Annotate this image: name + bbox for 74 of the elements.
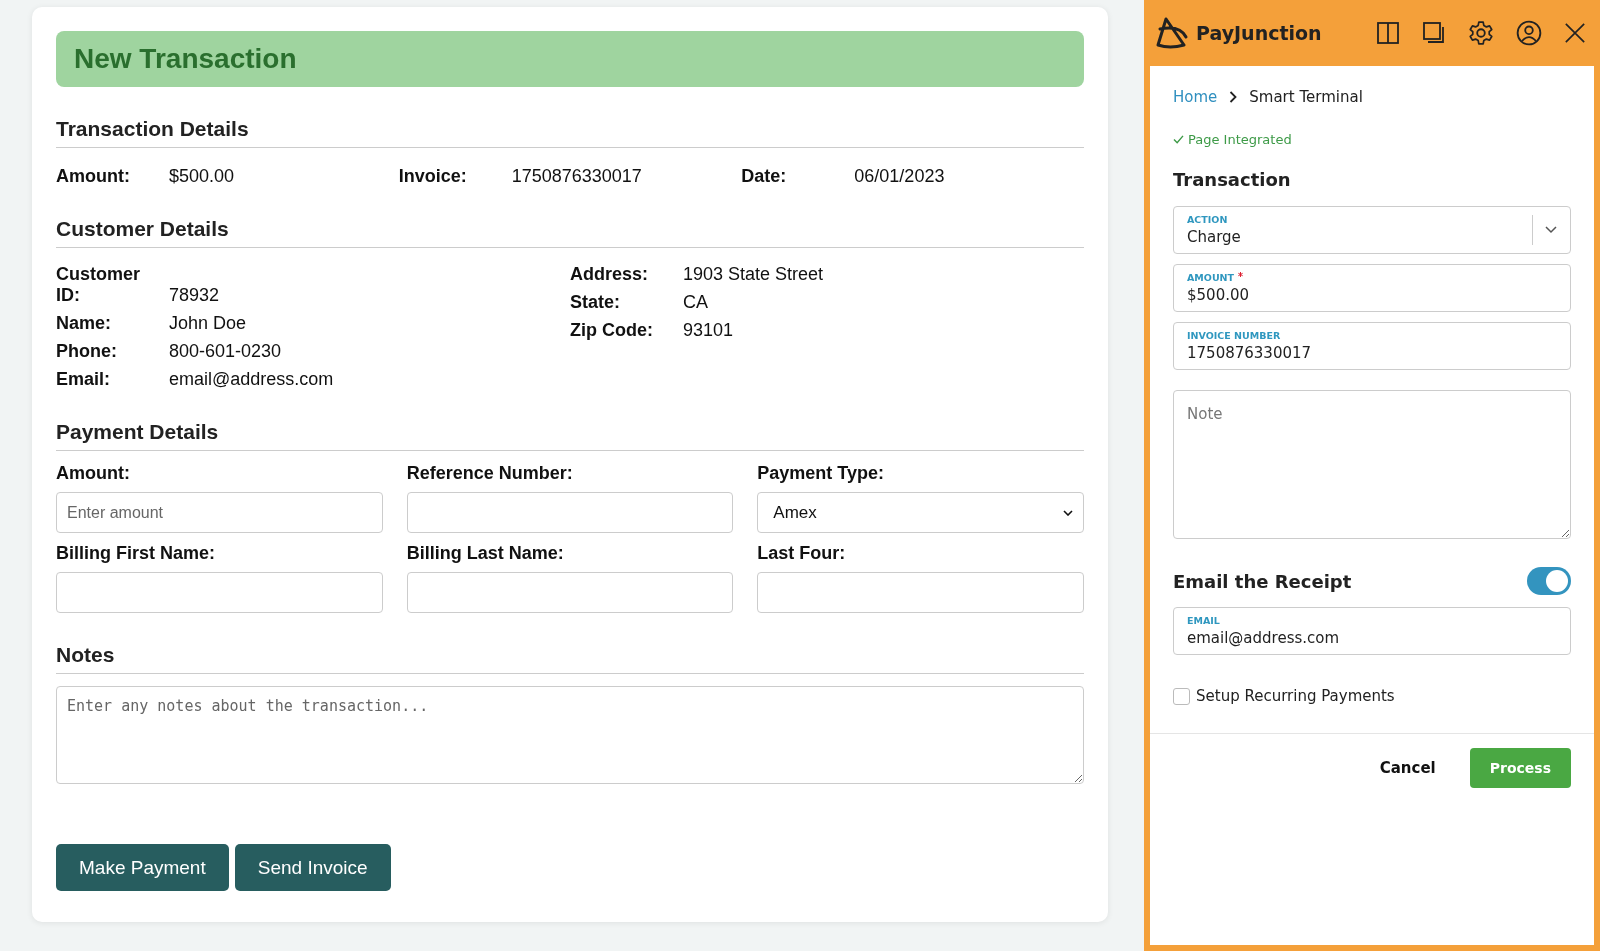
field-value: Charge	[1187, 228, 1242, 246]
cancel-button[interactable]: Cancel	[1373, 758, 1442, 778]
field-label: ACTION	[1187, 214, 1228, 225]
note-field[interactable]: Note	[1173, 390, 1571, 539]
field-label: Reference Number:	[406, 463, 574, 484]
action-button[interactable]: Send Invoice	[234, 844, 391, 891]
field-value: 78932	[169, 285, 220, 306]
field-label: Address:	[570, 264, 650, 285]
toggle-switch[interactable]	[1527, 567, 1571, 595]
select-dropdown[interactable]: Amex	[757, 492, 1084, 533]
caret-icon	[1063, 509, 1073, 516]
section-heading: Payment Details	[56, 420, 1084, 451]
field-label: Billing First Name:	[56, 543, 217, 564]
caret-icon	[1545, 226, 1557, 234]
field-label: Payment Type:	[757, 463, 886, 484]
section-heading: Customer Details	[56, 217, 1084, 248]
action-button[interactable]: Make Payment	[56, 844, 229, 891]
field-value: 1903 State Street	[683, 264, 824, 285]
field-label: State:	[570, 292, 621, 313]
check-icon	[1173, 135, 1184, 144]
field-value: 1750876330017	[511, 166, 642, 187]
checkbox[interactable]	[1173, 687, 1190, 705]
input-field[interactable]: AMOUNT $500.00	[1173, 264, 1571, 312]
brand-name: PayJunction	[1196, 22, 1322, 44]
breadcrumb-current: Smart Terminal	[1249, 88, 1363, 106]
field-label: Date:	[741, 166, 788, 187]
sidebar-layout-icon[interactable]	[1376, 21, 1400, 45]
field-value: 93101	[683, 320, 734, 341]
close-icon[interactable]	[1564, 22, 1586, 44]
section-heading: Notes	[56, 643, 1084, 674]
action-select[interactable]: ACTION Charge	[1173, 206, 1571, 254]
field-label: Invoice:	[398, 166, 468, 187]
settings-icon[interactable]	[1468, 20, 1494, 46]
field-label: Zip Code:	[570, 320, 654, 341]
input-field[interactable]	[757, 572, 1084, 613]
notes-field[interactable]: Enter any notes about the transaction...	[56, 686, 1084, 784]
checkbox-label: Setup Recurring Payments	[1196, 687, 1395, 705]
field-label: EMAIL	[1187, 615, 1221, 626]
field-label: Customer ID:	[56, 264, 141, 306]
field-value: 800-601-0230	[169, 341, 282, 362]
required-icon	[1238, 272, 1244, 277]
field-label: Amount:	[56, 166, 131, 187]
status-text: Page Integrated	[1188, 132, 1292, 147]
breadcrumb-link[interactable]: Home	[1173, 88, 1218, 106]
user-account-icon[interactable]	[1516, 20, 1542, 46]
field-label: INVOICE NUMBER	[1187, 330, 1281, 341]
field-label: Name:	[56, 313, 113, 334]
field-value: 1750876330017	[1187, 344, 1313, 362]
logo-icon	[1154, 15, 1190, 51]
field-value: $500.00	[1187, 286, 1251, 304]
field-value: email@address.com	[169, 369, 334, 390]
field-value: email@address.com	[1187, 629, 1341, 647]
input-field[interactable]	[56, 572, 383, 613]
input-field[interactable]: Enter amount	[56, 492, 383, 533]
field-label: Amount:	[56, 463, 131, 484]
section-heading: Transaction Details	[56, 117, 1084, 148]
field-value: 06/01/2023	[854, 166, 945, 187]
field-value: John Doe	[169, 313, 247, 334]
input-field[interactable]: INVOICE NUMBER 1750876330017	[1173, 322, 1571, 370]
field-value: $500.00	[169, 166, 235, 187]
input-field[interactable]	[406, 572, 734, 613]
input-field[interactable]: EMAIL email@address.com	[1173, 607, 1571, 655]
field-label: Email:	[56, 369, 112, 390]
field-label: Phone:	[56, 341, 118, 362]
field-label: Billing Last Name:	[406, 543, 565, 564]
section-heading: Email the Receipt	[1173, 570, 1352, 592]
page-title: New Transaction	[74, 43, 297, 75]
input-field[interactable]	[406, 492, 734, 533]
chevron-icon	[1229, 91, 1238, 103]
field-label: Last Four:	[757, 543, 847, 564]
section-heading: Transaction	[1173, 169, 1292, 190]
popout-window-icon[interactable]	[1422, 21, 1446, 45]
field-value: CA	[683, 292, 708, 313]
field-label: AMOUNT	[1187, 272, 1235, 283]
